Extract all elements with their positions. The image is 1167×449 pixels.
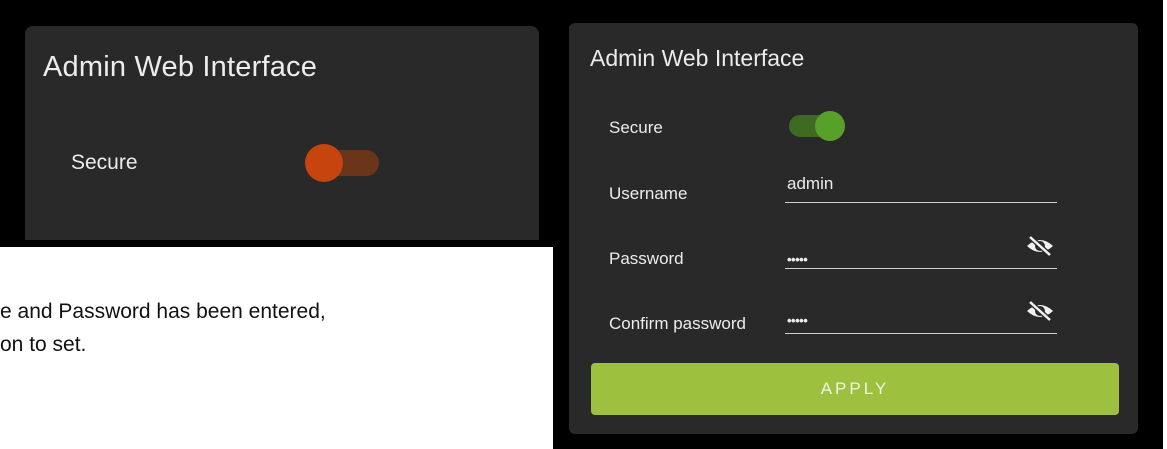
confirm-password-label: Confirm password [609, 314, 746, 333]
instruction-line-2: on to set. [0, 333, 87, 356]
secure-toggle-knob[interactable] [815, 111, 845, 141]
apply-button[interactable]: APPLY [591, 363, 1119, 415]
right-section-title: Admin Web Interface [590, 45, 805, 71]
password-label: Password [609, 249, 684, 268]
username-field[interactable]: admin [785, 172, 1057, 203]
password-field[interactable]: ••••• [785, 235, 1057, 269]
confirm-password-value[interactable]: ••••• [787, 313, 808, 328]
confirm-password-field[interactable]: ••••• [785, 300, 1057, 334]
instruction-text: e and Password has been entered, on to s… [0, 295, 326, 361]
left-secure-label: Secure [71, 151, 138, 174]
secure-label: Secure [609, 118, 663, 137]
username-value[interactable]: admin [787, 174, 833, 194]
instruction-line-1: e and Password has been entered, [0, 300, 326, 323]
username-label: Username [609, 184, 688, 203]
left-section-title: Admin Web Interface [43, 51, 318, 83]
left-secure-toggle-knob[interactable] [305, 144, 343, 182]
eye-off-icon[interactable] [1025, 235, 1055, 257]
eye-off-icon[interactable] [1025, 300, 1055, 322]
password-value[interactable]: ••••• [787, 252, 808, 267]
